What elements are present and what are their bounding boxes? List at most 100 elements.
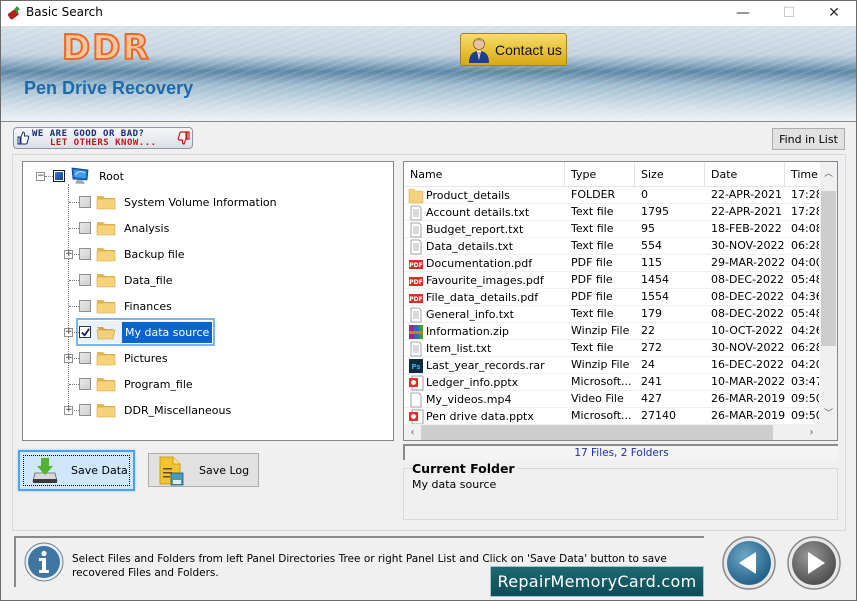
tree-item[interactable]: System Volume Information bbox=[79, 191, 279, 213]
tree-connector bbox=[69, 280, 79, 281]
file-size-cell: 272 bbox=[641, 341, 662, 354]
file-size-cell: 22 bbox=[641, 324, 655, 337]
expand-icon[interactable]: + bbox=[64, 406, 73, 415]
repairmemorycard-watermark[interactable]: RepairMemoryCard.com bbox=[490, 566, 704, 597]
file-name: Product_details bbox=[426, 188, 510, 202]
minimize-button[interactable]: — bbox=[720, 0, 766, 26]
tree-item[interactable]: Finances bbox=[79, 295, 174, 317]
collapse-icon[interactable]: − bbox=[36, 171, 45, 181]
file-row[interactable]: PDF File_data_details.pdf PDF file 1554 08-D… bbox=[404, 289, 819, 306]
tree-item-checkbox[interactable] bbox=[79, 274, 91, 286]
file-row[interactable]: Pen drive data.pptx Microsoft... 27140 26-M… bbox=[404, 408, 819, 425]
file-size-cell: 1795 bbox=[641, 205, 669, 218]
horizontal-scrollbar[interactable]: ‹ › bbox=[404, 424, 820, 440]
column-header-size[interactable]: Size bbox=[635, 162, 705, 187]
checkmark-icon bbox=[81, 328, 90, 337]
tree-item-checkbox[interactable] bbox=[79, 378, 91, 390]
vertical-scrollbar[interactable]: ︿ ﹀ bbox=[820, 162, 837, 424]
tree-item-checkbox[interactable] bbox=[79, 326, 91, 338]
file-row[interactable]: Ledger_info.pptx Microsoft... 241 10-MAR-20… bbox=[404, 374, 819, 391]
file-time-cell: 06:28 bbox=[791, 341, 819, 354]
save-data-button[interactable]: Save Data bbox=[18, 450, 135, 491]
tree-item-label[interactable]: System Volume Information bbox=[122, 195, 279, 210]
file-size-cell: 554 bbox=[641, 239, 662, 252]
tree-item-label[interactable]: My data source bbox=[122, 321, 213, 343]
tree-item-checkbox[interactable] bbox=[79, 352, 91, 364]
tree-item[interactable]: DDR_Miscellaneous bbox=[79, 399, 233, 421]
file-row[interactable]: Product_details FOLDER 0 22-APR-2021 17:28 bbox=[404, 187, 819, 204]
file-row[interactable]: Data_details.txt Text file 554 30-NOV-2022 0… bbox=[404, 238, 819, 255]
current-folder-value: My data source bbox=[412, 478, 497, 491]
tree-item-label[interactable]: Backup file bbox=[122, 247, 187, 262]
expand-icon[interactable]: + bbox=[64, 250, 73, 259]
file-date-cell: 30-NOV-2022 bbox=[711, 341, 785, 354]
scroll-up-icon[interactable]: ︿ bbox=[820, 166, 837, 183]
column-header-date[interactable]: Date bbox=[705, 162, 785, 187]
next-button[interactable] bbox=[786, 535, 842, 591]
feedback-banner[interactable]: WE ARE GOOD OR BAD? LET OTHERS KNOW... bbox=[13, 127, 193, 149]
column-header-time[interactable]: Time bbox=[785, 162, 819, 187]
file-time-cell: 04:00 bbox=[791, 256, 819, 269]
tree-item-label[interactable]: Program_file bbox=[122, 377, 195, 392]
tree-item[interactable]: Backup file bbox=[79, 243, 187, 265]
horizontal-scroll-thumb[interactable] bbox=[421, 425, 773, 440]
save-log-button[interactable]: Save Log bbox=[148, 453, 259, 487]
tree-item-label[interactable]: Data_file bbox=[122, 273, 175, 288]
svg-text:Ps: Ps bbox=[411, 363, 420, 371]
text-file-icon bbox=[410, 239, 422, 254]
tree-item-label[interactable]: Finances bbox=[122, 299, 174, 314]
file-time-cell: 17:28 bbox=[791, 188, 819, 201]
expand-icon[interactable]: + bbox=[64, 328, 73, 337]
maximize-button[interactable]: ☐ bbox=[766, 0, 812, 26]
tree-item[interactable]: My data source bbox=[75, 318, 216, 346]
tree-item[interactable]: Analysis bbox=[79, 217, 171, 239]
file-name: Account details.txt bbox=[426, 205, 530, 219]
file-name: Information.zip bbox=[426, 324, 509, 338]
root-checkbox[interactable] bbox=[53, 170, 65, 182]
file-name-cell: Pen drive data.pptx bbox=[404, 408, 565, 425]
file-time-cell: 04:36 bbox=[791, 290, 819, 303]
column-header-type[interactable]: Type bbox=[565, 162, 635, 187]
file-time-cell: 04:08 bbox=[791, 222, 819, 235]
file-row[interactable]: General_info.txt Text file 179 08-DEC-2022 0… bbox=[404, 306, 819, 323]
tree-root-label[interactable]: Root bbox=[97, 169, 126, 184]
expand-icon[interactable]: + bbox=[64, 354, 73, 363]
file-row[interactable]: Item_list.txt Text file 272 30-NOV-2022 06:2… bbox=[404, 340, 819, 357]
file-row[interactable]: Information.zip Winzip File 22 10-OCT-2022 0… bbox=[404, 323, 819, 340]
directory-tree[interactable]: − Root System Volume Information Analysis… bbox=[22, 161, 394, 441]
file-row[interactable]: PDF Documentation.pdf PDF file 115 29-MAR-20… bbox=[404, 255, 819, 272]
scroll-down-icon[interactable]: ﹀ bbox=[820, 406, 837, 423]
tree-item-checkbox[interactable] bbox=[79, 222, 91, 234]
scroll-left-icon[interactable]: ‹ bbox=[404, 424, 421, 440]
tree-item-checkbox[interactable] bbox=[79, 196, 91, 208]
contact-us-button[interactable]: Contact us bbox=[460, 33, 567, 66]
close-button[interactable]: ✕ bbox=[811, 0, 857, 26]
file-row[interactable]: Ps Last_year_records.rar Winzip File 24 16-D… bbox=[404, 357, 819, 374]
scroll-right-icon[interactable]: › bbox=[803, 424, 820, 440]
file-row[interactable]: Budget_report.txt Text file 95 18-FEB-2022 0… bbox=[404, 221, 819, 238]
feedback-line-2: LET OTHERS KNOW... bbox=[50, 138, 157, 148]
tree-item-checkbox[interactable] bbox=[79, 248, 91, 260]
vertical-scroll-thumb[interactable] bbox=[821, 191, 836, 346]
column-header-name[interactable]: Name bbox=[404, 162, 565, 187]
tree-item-label[interactable]: Pictures bbox=[122, 351, 170, 366]
file-row[interactable]: PDF Favourite_images.pdf PDF file 1454 08-DE… bbox=[404, 272, 819, 289]
file-row[interactable]: Account details.txt Text file 1795 22-APR-2… bbox=[404, 204, 819, 221]
tree-item[interactable]: Program_file bbox=[79, 373, 195, 395]
tree-item-label[interactable]: Analysis bbox=[122, 221, 171, 236]
file-date-cell: 26-MAR-2019 bbox=[711, 409, 785, 422]
tree-root[interactable]: − Root bbox=[36, 165, 126, 187]
file-time-cell: 04:20 bbox=[791, 358, 819, 371]
file-name-cell: My_videos.mp4 bbox=[404, 391, 565, 408]
tree-item[interactable]: Pictures bbox=[79, 347, 170, 369]
tree-item[interactable]: Data_file bbox=[79, 269, 175, 291]
tree-item-label[interactable]: DDR_Miscellaneous bbox=[122, 403, 233, 418]
photoshop-file-icon: Ps bbox=[409, 358, 423, 373]
tree-item-checkbox[interactable] bbox=[79, 300, 91, 312]
tree-item-checkbox[interactable] bbox=[79, 404, 91, 416]
minimize-icon: — bbox=[736, 5, 750, 21]
file-row[interactable]: My_videos.mp4 Video File 427 26-MAR-2019 09:… bbox=[404, 391, 819, 408]
file-list[interactable]: Name Type Size Date Time Product_details… bbox=[403, 161, 838, 441]
find-in-list-button[interactable]: Find in List bbox=[772, 128, 845, 150]
back-button[interactable] bbox=[721, 535, 777, 591]
